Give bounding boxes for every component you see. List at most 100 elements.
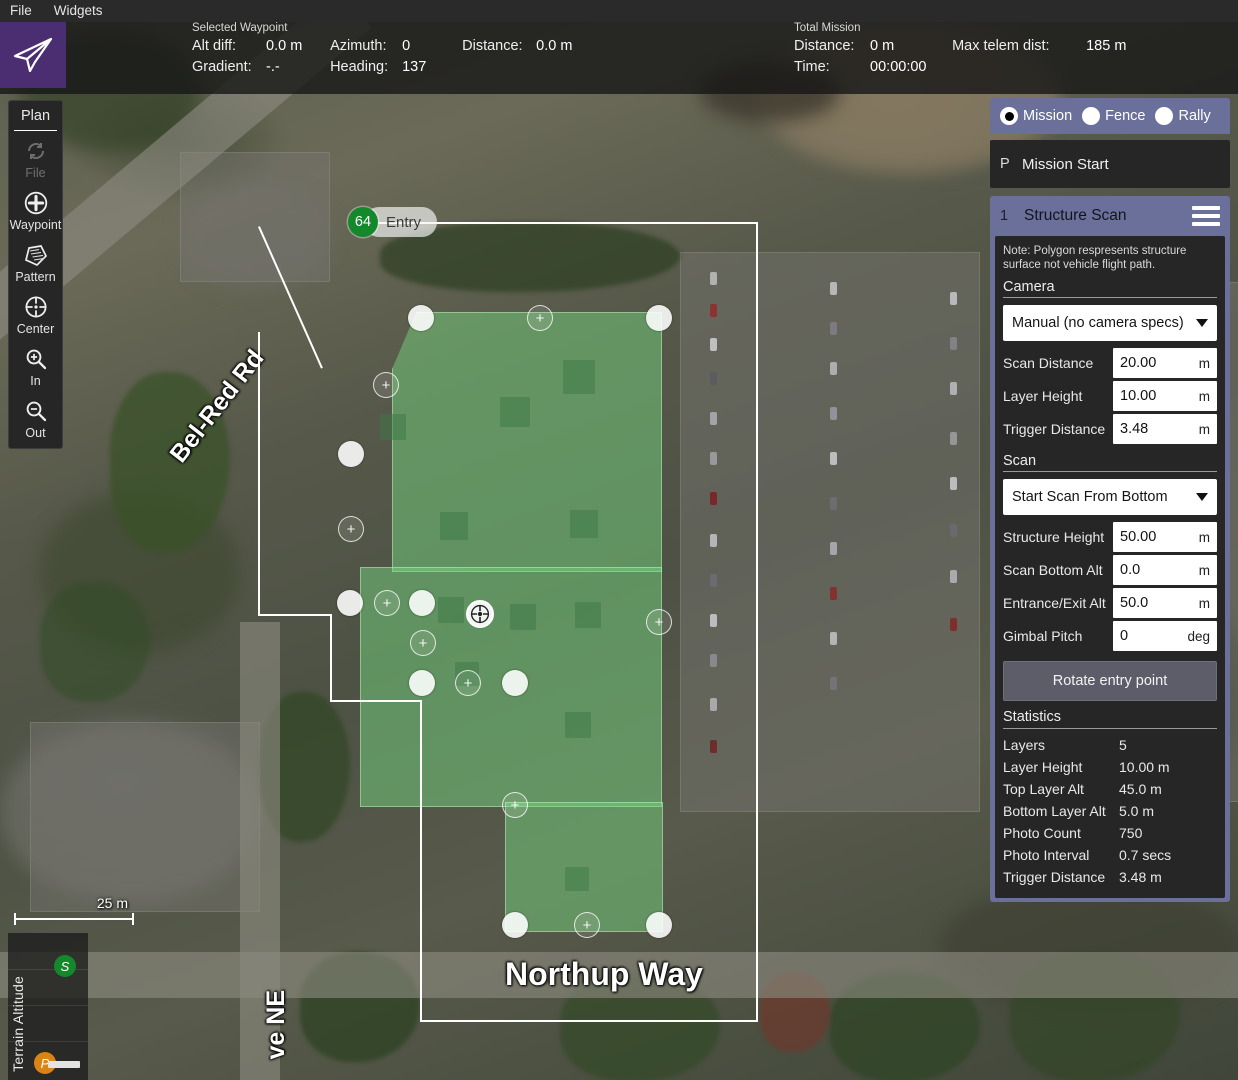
stat-key: Bottom Layer Alt	[1003, 800, 1119, 822]
polygon-midpoint-handle[interactable]: +	[338, 516, 364, 542]
polygon-midpoint-handle[interactable]: +	[502, 792, 528, 818]
camera-select[interactable]: Manual (no camera specs)	[1003, 305, 1217, 341]
toolbar-item-pattern[interactable]: Pattern	[9, 235, 62, 287]
polygon-midpoint-handle[interactable]: +	[374, 590, 400, 616]
statistics-title: Statistics	[1003, 705, 1217, 729]
mission-boundary-step-v	[330, 614, 332, 702]
polygon-midpoint-handle[interactable]: +	[646, 609, 672, 635]
polygon-vertex-handle[interactable]	[646, 912, 672, 938]
gimbal-pitch-unit: deg	[1187, 629, 1210, 644]
chevron-down-icon	[1196, 493, 1208, 501]
total-mission-title: Total Mission	[794, 22, 1234, 34]
plan-type-radio-group: Mission Fence Rally	[990, 98, 1230, 134]
trigger-distance-input[interactable]: 3.48 m	[1113, 414, 1217, 444]
radio-mission-dot	[1000, 107, 1018, 125]
entrance-exit-alt-label: Entrance/Exit Alt	[1003, 595, 1113, 611]
scan-distance-input[interactable]: 20.00 m	[1113, 348, 1217, 378]
layer-height-value: 10.00	[1120, 388, 1156, 404]
azimuth-label: Azimuth:	[330, 36, 398, 57]
parking-lot	[180, 152, 330, 282]
polygon-midpoint-handle[interactable]: +	[527, 305, 553, 331]
polygon-midpoint-handle[interactable]: +	[410, 630, 436, 656]
terrain-altitude-widget[interactable]: Terrain Altitude S P	[8, 933, 88, 1080]
polygon-vertex-handle[interactable]	[338, 441, 364, 467]
toolbar-item-waypoint[interactable]: Waypoint	[9, 183, 62, 235]
polygon-midpoint-handle[interactable]: +	[373, 372, 399, 398]
gimbal-pitch-input[interactable]: 0 deg	[1113, 621, 1217, 651]
scan-distance-value: 20.00	[1120, 355, 1156, 371]
stat-value: 10.00 m	[1119, 756, 1217, 778]
polygon-vertex-handle[interactable]	[409, 590, 435, 616]
polygon-vertex-handle[interactable]	[408, 305, 434, 331]
toolbar-item-file-label: File	[25, 166, 45, 180]
polygon-center-drag-handle[interactable]	[466, 600, 494, 628]
polygon-midpoint-handle[interactable]: +	[574, 912, 600, 938]
scan-bottom-alt-value: 0.0	[1120, 562, 1140, 578]
zoom-in-icon	[23, 346, 49, 372]
radio-fence[interactable]: Fence	[1082, 107, 1145, 125]
toolbar-item-center[interactable]: Center	[9, 287, 62, 339]
field-entrance-exit-alt: Entrance/Exit Alt 50.0 m	[1003, 588, 1217, 618]
mission-start-seq: P	[1000, 156, 1010, 172]
trigger-distance-unit: m	[1199, 422, 1210, 437]
polygon-vertex-handle[interactable]	[646, 305, 672, 331]
polygon-vertex-handle[interactable]	[502, 912, 528, 938]
field-scan-bottom-alt: Scan Bottom Alt 0.0 m	[1003, 555, 1217, 585]
mission-boundary-lower-left	[420, 700, 422, 1022]
plan-toolbar-title: Plan	[14, 101, 57, 131]
structure-polygon-upper[interactable]	[392, 312, 662, 572]
total-distance-label: Distance:	[794, 36, 866, 57]
polygon-vertex-handle[interactable]	[337, 590, 363, 616]
stat-key: Photo Count	[1003, 822, 1119, 844]
scan-direction-select[interactable]: Start Scan From Bottom	[1003, 479, 1217, 515]
gradient-label: Gradient:	[192, 57, 262, 78]
structure-height-input[interactable]: 50.00 m	[1113, 522, 1217, 552]
scan-distance-label: Scan Distance	[1003, 355, 1113, 371]
scan-bottom-alt-input[interactable]: 0.0 m	[1113, 555, 1217, 585]
radio-fence-dot	[1082, 107, 1100, 125]
entrance-exit-alt-input[interactable]: 50.0 m	[1113, 588, 1217, 618]
max-telem-dist-label: Max telem dist:	[952, 36, 1082, 57]
stat-value: 5.0 m	[1119, 800, 1217, 822]
structure-scan-note: Note: Polygon respresents structure surf…	[1003, 244, 1217, 272]
toolbar-item-zoom-in[interactable]: In	[9, 339, 62, 391]
roof-unit	[565, 712, 591, 738]
structure-height-label: Structure Height	[1003, 529, 1113, 545]
layer-height-input[interactable]: 10.00 m	[1113, 381, 1217, 411]
gimbal-pitch-label: Gimbal Pitch	[1003, 628, 1113, 644]
entrance-exit-alt-value: 50.0	[1120, 595, 1148, 611]
mission-start-row[interactable]: P Mission Start	[990, 140, 1230, 188]
terrain-marker-start[interactable]: S	[54, 955, 76, 977]
parking-lot	[30, 722, 260, 912]
radio-rally-dot	[1155, 107, 1173, 125]
stat-row: Photo Count 750	[1003, 822, 1217, 844]
toolbar-item-zoom-out-label: Out	[25, 426, 45, 440]
rotate-entry-point-button[interactable]: Rotate entry point	[1003, 661, 1217, 701]
field-structure-height: Structure Height 50.00 m	[1003, 522, 1217, 552]
app-logo[interactable]	[0, 22, 66, 88]
polygon-midpoint-handle[interactable]: +	[455, 670, 481, 696]
toolbar-item-waypoint-label: Waypoint	[10, 218, 62, 232]
polygon-vertex-handle[interactable]	[502, 670, 528, 696]
roof-unit	[510, 604, 536, 630]
scan-direction-value: Start Scan From Bottom	[1012, 489, 1168, 505]
stat-key: Layers	[1003, 734, 1119, 756]
hamburger-menu-icon[interactable]	[1192, 206, 1220, 226]
toolbar-item-file[interactable]: File	[9, 131, 62, 183]
trigger-distance-value: 3.48	[1120, 421, 1148, 437]
roof-unit	[563, 360, 595, 394]
stat-row: Layer Height 10.00 m	[1003, 756, 1217, 778]
toolbar-item-zoom-out[interactable]: Out	[9, 391, 62, 443]
radio-mission[interactable]: Mission	[1000, 107, 1072, 125]
roof-unit	[380, 414, 406, 440]
stat-value: 750	[1119, 822, 1217, 844]
menu-item-file[interactable]: File	[10, 0, 32, 22]
field-gimbal-pitch: Gimbal Pitch 0 deg	[1003, 621, 1217, 651]
structure-scan-body: Note: Polygon respresents structure surf…	[995, 236, 1225, 898]
polygon-vertex-handle[interactable]	[409, 670, 435, 696]
stat-row: Layers 5	[1003, 734, 1217, 756]
menu-item-widgets[interactable]: Widgets	[54, 0, 103, 22]
structure-scan-header[interactable]: 1 Structure Scan	[990, 196, 1230, 236]
radio-rally[interactable]: Rally	[1155, 107, 1210, 125]
entry-waypoint-number[interactable]: 64	[348, 207, 378, 237]
